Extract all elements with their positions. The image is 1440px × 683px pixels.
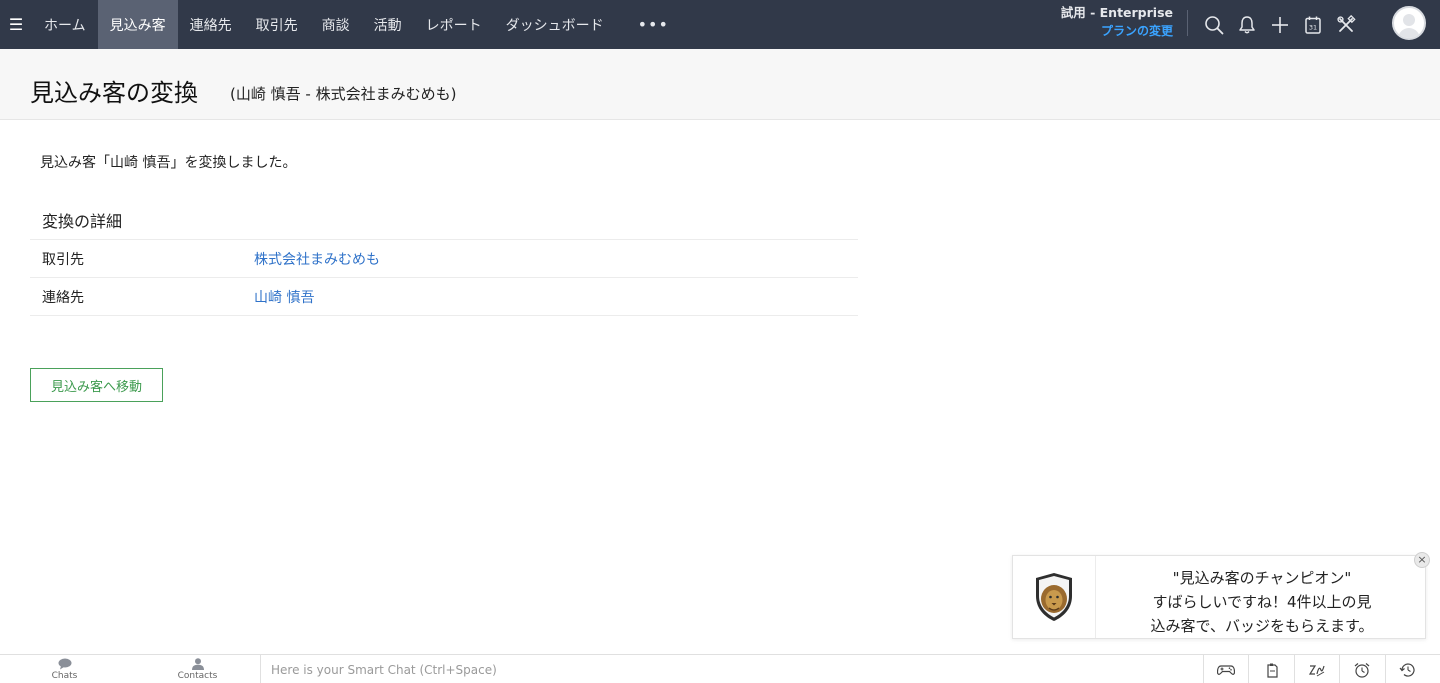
module-tabs: ホーム 見込み客 連絡先 取引先 商談 活動 レポート ダッシュボード xyxy=(32,0,616,49)
menu-icon[interactable]: ☰ xyxy=(0,0,32,49)
page-header: 見込み客の変換 (山崎 慎吾 - 株式会社まみむめも) xyxy=(0,49,1440,120)
plan-change-link[interactable]: プランの変更 xyxy=(1061,22,1173,40)
avatar[interactable] xyxy=(1392,6,1426,40)
person-icon xyxy=(191,657,204,670)
tab-accounts[interactable]: 取引先 xyxy=(244,0,310,49)
bottom-bar: Chats Contacts Here is your Smart Chat (… xyxy=(0,654,1440,683)
badge-image xyxy=(1013,556,1096,638)
tab-dashboards[interactable]: ダッシュボード xyxy=(494,0,616,49)
section-title: 変換の詳細 xyxy=(42,212,123,231)
detail-label: 取引先 xyxy=(42,251,84,268)
tab-contacts[interactable]: 連絡先 xyxy=(178,0,244,49)
top-navigation: ☰ ホーム 見込み客 連絡先 取引先 商談 活動 レポート ダッシュボード ••… xyxy=(0,0,1440,49)
avatar-head xyxy=(1403,14,1415,26)
success-message: 見込み客「山崎 慎吾」を変換しました。 xyxy=(40,155,297,171)
badge-message: "見込み客のチャンピオン" すばらしいですね！4件以上の見 込み客で、バッジをも… xyxy=(1097,566,1427,638)
tab-leads[interactable]: 見込み客 xyxy=(97,0,178,49)
contacts-button[interactable]: Contacts xyxy=(133,655,262,683)
badge-line: すばらしいですね！4件以上の見 xyxy=(1152,593,1372,611)
plus-icon[interactable] xyxy=(1263,0,1296,49)
bell-icon[interactable] xyxy=(1230,0,1263,49)
plan-info: 試用 - Enterprise プランの変更 xyxy=(1061,4,1173,40)
tab-activities[interactable]: 活動 xyxy=(362,0,414,49)
alarm-clock-icon[interactable] xyxy=(1339,655,1384,683)
conversion-details: 取引先 株式会社まみむめも 連絡先 山崎 慎吾 xyxy=(30,239,858,316)
detail-label: 連絡先 xyxy=(42,289,84,306)
lion-shield-icon xyxy=(1036,573,1072,621)
svg-text:31: 31 xyxy=(1308,23,1316,31)
badge-title: "見込み客のチャンピオン" xyxy=(1172,569,1352,587)
avatar-shoulders xyxy=(1398,28,1420,38)
chats-label: Chats xyxy=(51,670,78,681)
more-tabs-icon[interactable]: ••• xyxy=(616,0,691,49)
plan-edition: 試用 - Enterprise xyxy=(1060,5,1173,20)
bottom-icon-group xyxy=(1203,655,1430,683)
page-title: 見込み客の変換 xyxy=(30,79,198,107)
tools-icon[interactable] xyxy=(1329,0,1362,49)
nav-divider xyxy=(1187,10,1188,36)
clipboard-icon[interactable] xyxy=(1248,655,1293,683)
history-icon[interactable] xyxy=(1384,655,1430,683)
close-icon[interactable]: × xyxy=(1414,552,1430,568)
detail-row-contact: 連絡先 山崎 慎吾 xyxy=(30,278,858,316)
contacts-label: Contacts xyxy=(177,670,218,681)
calendar-icon[interactable]: 31 xyxy=(1296,0,1329,49)
contact-link[interactable]: 山崎 慎吾 xyxy=(254,287,314,307)
tab-deals[interactable]: 商談 xyxy=(310,0,362,49)
page-subtitle: (山崎 慎吾 - 株式会社まみむめも) xyxy=(230,85,457,103)
go-to-leads-button[interactable]: 見込み客へ移動 xyxy=(30,368,163,402)
search-icon[interactable] xyxy=(1197,0,1230,49)
chats-button[interactable]: Chats xyxy=(0,655,129,683)
handwriting-icon[interactable] xyxy=(1293,655,1339,683)
tab-reports[interactable]: レポート xyxy=(414,0,494,49)
chat-icon xyxy=(58,658,71,669)
badge-notification: "見込み客のチャンピオン" すばらしいですね！4件以上の見 込み客で、バッジをも… xyxy=(1012,555,1426,639)
badge-line: 込み客で、バッジをもらえます。 xyxy=(1150,617,1374,635)
tab-home[interactable]: ホーム xyxy=(32,0,98,49)
detail-row-account: 取引先 株式会社まみむめも xyxy=(30,240,858,278)
gamepad-icon[interactable] xyxy=(1203,655,1248,683)
account-link[interactable]: 株式会社まみむめも xyxy=(254,249,380,269)
smart-chat-input[interactable]: Here is your Smart Chat (Ctrl+Space) xyxy=(260,655,1203,683)
nav-icon-group: 31 xyxy=(1197,0,1362,49)
